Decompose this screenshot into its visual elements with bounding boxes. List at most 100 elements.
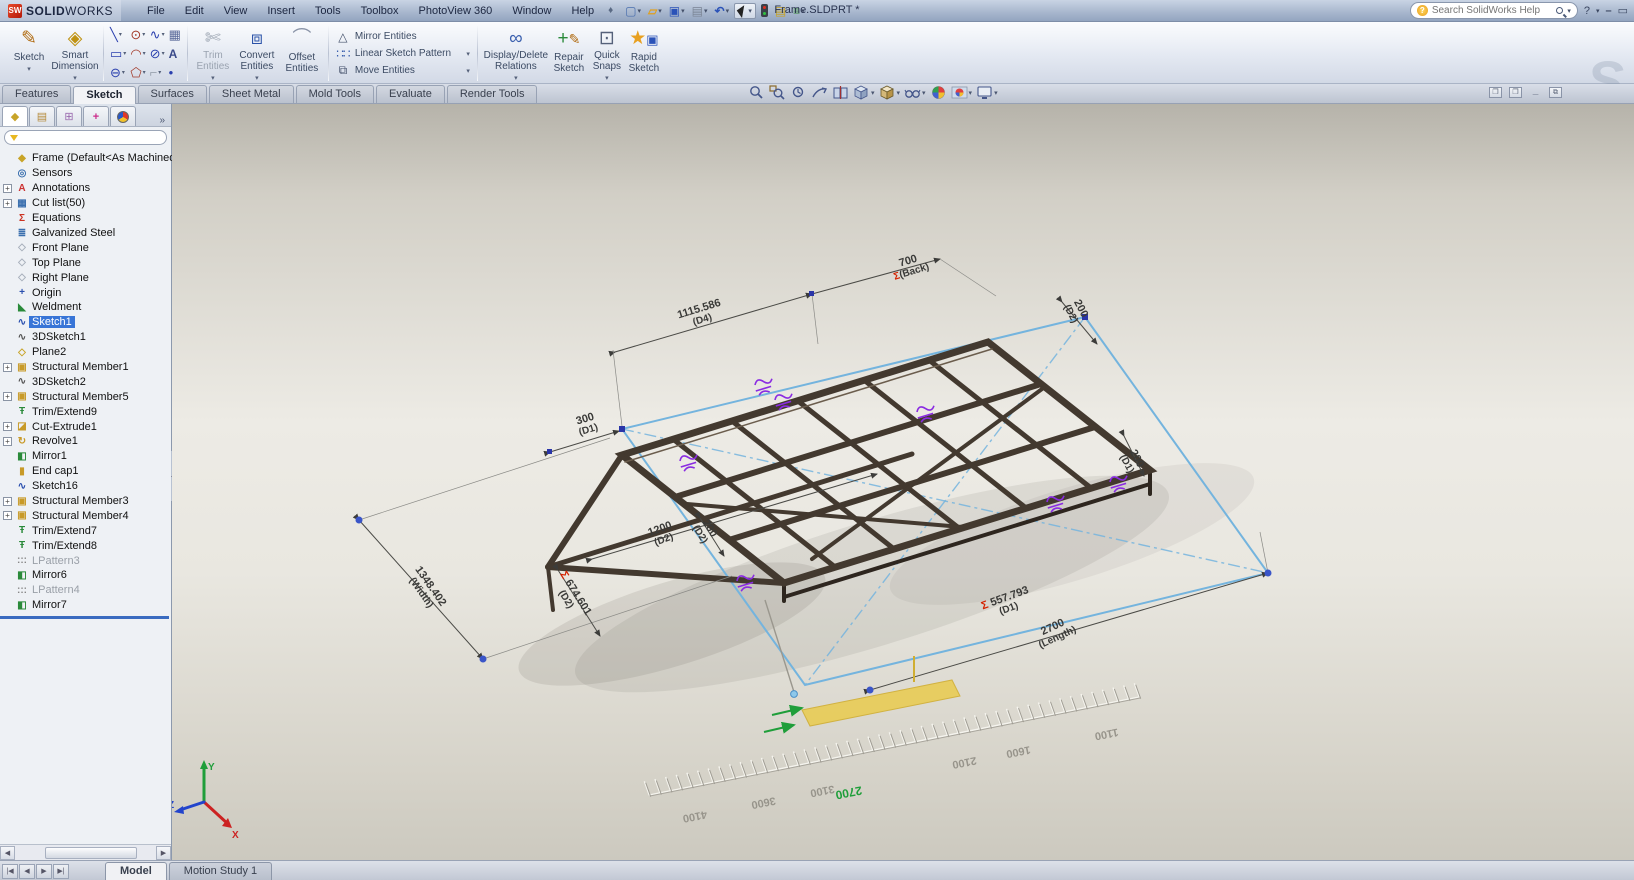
rapid-sketch-button[interactable]: ★▣ Rapid Sketch [625,25,663,82]
tree-item-trim-extend9[interactable]: ŦTrim/Extend9 [2,404,171,419]
tree-item-structural-member1[interactable]: +▣Structural Member1 [2,360,171,375]
search-icon[interactable] [1556,7,1563,14]
dimension-label[interactable]: 700Σ(Back) [889,250,931,283]
menu-pin-icon[interactable]: ♦ [608,5,613,16]
tree-item-mirror7[interactable]: ◧Mirror7 [2,598,171,613]
tab-render-tools[interactable]: Render Tools [447,85,538,103]
point-tool[interactable]: • [168,63,182,82]
panel-horizontal-scrollbar[interactable]: ◀ ▶ [0,844,171,860]
dimension-label[interactable]: 1348.402(Width) [403,564,448,615]
menu-tools[interactable]: Tools [315,5,341,17]
scroll-thumb[interactable] [45,847,137,859]
section-view-button[interactable] [832,85,849,100]
tree-item-galvanized-steel[interactable]: ≣Galvanized Steel [2,226,171,241]
expand-toggle[interactable]: + [3,422,12,431]
tree-item-trim-extend8[interactable]: ŦTrim/Extend8 [2,538,171,553]
tree-item-front-plane[interactable]: ◇Front Plane [2,240,171,255]
spline-tool[interactable]: ∿▾ [149,25,166,44]
minimize-button[interactable]: – [1605,5,1611,17]
menu-help[interactable]: Help [571,5,594,17]
tree-item-3dsketch2[interactable]: ∿3DSketch2 [2,374,171,389]
tree-item-cut-extrude1[interactable]: +◪Cut-Extrude1 [2,419,171,434]
zoom-to-area-button[interactable] [769,85,786,100]
ellipse-tool[interactable]: ⊘▾ [149,44,166,63]
help-button[interactable]: ? [1584,5,1590,17]
tab-mold-tools[interactable]: Mold Tools [296,85,374,103]
polygon-tool[interactable]: ⬠▾ [129,63,146,82]
print-button[interactable]: ▤▾ [690,3,710,19]
dimension-label[interactable]: Σ 674.601(D2) [548,569,594,623]
sketch-button[interactable]: ✎ Sketch▾ [6,25,52,82]
tree-item-mirror6[interactable]: ◧Mirror6 [2,568,171,583]
display-delete-relations-button[interactable]: ∞ Display/Delete Relations▾ [483,25,549,82]
new-document-button[interactable]: ▢▾ [623,3,643,19]
tree-item-end-cap1[interactable]: ▮End cap1 [2,464,171,479]
repair-sketch-button[interactable]: +✎ Repair Sketch [549,25,589,82]
first-tab-button[interactable]: |◀ [2,864,18,879]
doc-restore-button[interactable]: ❐ [1489,87,1502,98]
last-tab-button[interactable]: ▶| [53,864,69,879]
offset-entities-button[interactable]: ⌒ Offset Entities [281,25,323,82]
display-style-button[interactable]: ▾ [879,85,901,100]
edit-appearance-button[interactable] [930,85,947,100]
dimension-label[interactable]: 1200(D2) [646,519,677,549]
next-tab-button[interactable]: ▶ [36,864,52,879]
rebuild-button[interactable] [759,3,770,18]
tree-item-structural-member5[interactable]: +▣Structural Member5 [2,389,171,404]
tree-item-structural-member3[interactable]: +▣Structural Member3 [2,494,171,509]
propertymanager-tab[interactable]: ▤ [29,106,55,126]
fillet-tool[interactable]: ⌐▾ [149,63,166,82]
tree-item-3dsketch1[interactable]: ∿3DSketch1 [2,330,171,345]
tree-item-top-plane[interactable]: ◇Top Plane [2,255,171,270]
tree-root-frame[interactable]: ◆ Frame (Default<As Machined>< [2,150,171,166]
undo-button[interactable]: ↶▾ [713,3,732,19]
tree-item-weldment[interactable]: ◣Weldment [2,300,171,315]
smart-dimension-button[interactable]: ◈ Smart Dimension▾ [52,25,98,82]
doc-minimize-button[interactable]: _ [1529,87,1542,98]
tab-sheet-metal[interactable]: Sheet Metal [209,85,294,103]
dimension-label[interactable]: 300(D1) [574,411,599,439]
rotate-view-button[interactable] [811,85,828,100]
arc-tool[interactable]: ◠▾ [129,44,146,63]
tab-motion-study-1[interactable]: Motion Study 1 [169,862,272,880]
help-dropdown-icon[interactable]: ▾ [1596,7,1600,15]
apply-scene-button[interactable]: ▾ [951,85,973,100]
tree-item-right-plane[interactable]: ◇Right Plane [2,270,171,285]
search-input[interactable] [1432,5,1552,16]
convert-entities-button[interactable]: ⧈ Convert Entities▾ [233,25,281,82]
tree-item-sketch16[interactable]: ∿Sketch16 [2,479,171,494]
tree-item-lpattern4[interactable]: :::LPattern4 [2,583,171,598]
expand-toggle[interactable]: + [3,437,12,446]
expand-toggle[interactable]: + [3,199,12,208]
tree-item-sketch1[interactable]: ∿Sketch1 [2,315,171,330]
dimxpertmanager-tab[interactable]: + [83,106,109,126]
expand-toggle[interactable]: + [3,392,12,401]
tab-sketch[interactable]: Sketch [73,86,135,104]
graphics-viewport[interactable]: 4100360031002700210016001100 1115.586(D4… [172,104,1634,860]
tree-item-structural-member4[interactable]: +▣Structural Member4 [2,508,171,523]
circle-tool[interactable]: ⊙▾ [129,25,146,44]
previous-view-button[interactable] [790,85,807,100]
open-button[interactable]: ▱▾ [646,3,664,19]
tab-features[interactable]: Features [2,85,71,103]
hide-show-items-button[interactable]: ▾ [904,85,926,100]
expand-toggle[interactable]: + [3,511,12,520]
tree-item-plane2[interactable]: ◇Plane2 [2,345,171,360]
search-dropdown-icon[interactable]: ▾ [1567,7,1571,15]
mirror-entities-button[interactable]: △ Mirror Entities [334,29,472,44]
help-search[interactable]: ? ▾ [1410,2,1578,19]
tree-item-equations[interactable]: ΣEquations [2,211,171,226]
expand-toggle[interactable]: + [3,184,12,193]
text-tool[interactable]: A [168,44,182,63]
quick-snaps-button[interactable]: ⊡ Quick Snaps▾ [589,25,625,82]
tree-item-lpattern3[interactable]: :::LPattern3 [2,553,171,568]
tab-surfaces[interactable]: Surfaces [138,85,207,103]
model-canvas[interactable]: 4100360031002700210016001100 1115.586(D4… [172,104,1634,860]
menu-toolbox[interactable]: Toolbox [361,5,399,17]
save-button[interactable]: ▣▾ [667,3,687,19]
menu-insert[interactable]: Insert [267,5,295,17]
displaymanager-tab[interactable] [110,106,136,126]
expand-toggle[interactable]: + [3,497,12,506]
featuremanager-tab[interactable]: ◆ [2,106,28,126]
line-tool[interactable]: ╲▾ [109,25,127,44]
